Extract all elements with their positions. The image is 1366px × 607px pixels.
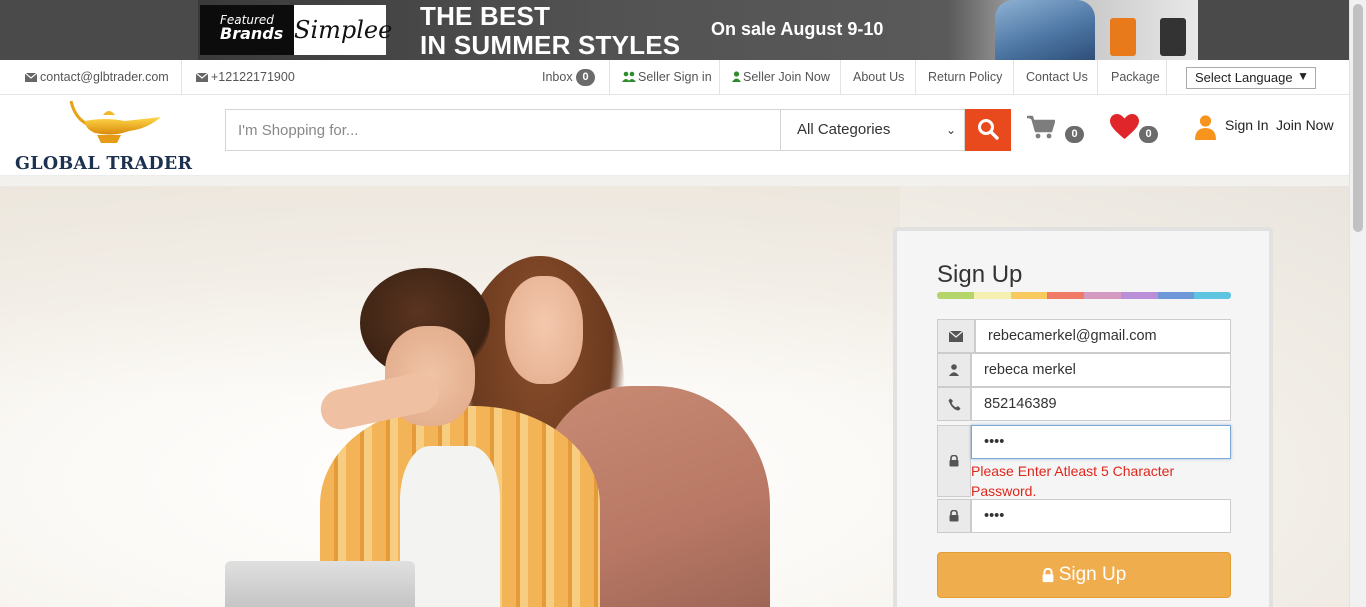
hero-woman-face — [505, 276, 583, 384]
chevron-down-icon: ⌄ — [945, 123, 956, 137]
inbox-link[interactable]: Inbox 0 — [530, 60, 610, 95]
seller-join-link[interactable]: Seller Join Now — [720, 60, 841, 95]
signup-button-label: Sign Up — [1058, 564, 1127, 585]
cart-count-badge: 0 — [1065, 126, 1084, 143]
account-icon-button[interactable] — [1195, 115, 1216, 145]
page-scrollbar[interactable] — [1349, 0, 1366, 607]
promo-product-image — [1110, 10, 1200, 60]
wishlist-count-badge: 0 — [1139, 126, 1158, 143]
promo-banner[interactable]: Featured Brands Simplee THE BEST IN SUMM… — [0, 0, 1349, 60]
signup-title: Sign Up — [937, 261, 1023, 288]
user-icon — [732, 71, 741, 82]
topbar-email[interactable]: contact@glbtrader.com — [0, 60, 182, 95]
email-field — [937, 319, 1231, 353]
brand-logo: Simplee — [294, 5, 392, 55]
phone-link[interactable]: +12122171900 — [211, 70, 295, 84]
headline-line-2: IN SUMMER STYLES — [420, 30, 681, 60]
user-icon — [937, 353, 971, 387]
rainbow-segment — [1194, 292, 1231, 299]
inbox-label: Inbox — [542, 70, 573, 84]
lock-icon — [937, 499, 971, 533]
rainbow-segment — [1010, 292, 1048, 299]
envelope-icon — [195, 72, 209, 82]
person-icon — [1195, 115, 1216, 140]
magic-lamp-icon — [69, 100, 161, 143]
joinnow-link[interactable]: Join Now — [1276, 117, 1334, 133]
promo-headline: THE BEST IN SUMMER STYLES — [420, 2, 680, 60]
name-field — [937, 353, 1231, 387]
product-cup-orange — [1110, 18, 1136, 56]
envelope-icon — [24, 72, 38, 82]
featured-brands-label: Featured Brands — [200, 5, 294, 55]
rainbow-segment — [1047, 292, 1084, 299]
top-bar: contact@glbtrader.com +12122171900 Inbox… — [0, 60, 1349, 95]
search-button[interactable] — [965, 109, 1011, 151]
confirm-password-input[interactable] — [971, 499, 1231, 533]
about-link[interactable]: About Us — [841, 60, 916, 95]
scrollbar-thumb[interactable] — [1353, 4, 1363, 232]
hero-laptop — [225, 561, 415, 607]
category-select-label: All Categories — [797, 121, 891, 138]
title-rainbow-divider — [937, 292, 1231, 299]
rainbow-segment — [1084, 292, 1121, 299]
logo-text: GLOBAL TRADER — [15, 154, 193, 174]
rainbow-segment — [1157, 292, 1195, 299]
phone-input[interactable] — [971, 387, 1231, 421]
seller-signin-label: Seller Sign in — [638, 70, 712, 84]
password-error-message: Please Enter Atleast 5 Character Passwor… — [971, 463, 1175, 499]
headline-line-1: THE BEST — [420, 1, 551, 31]
lock-icon — [937, 425, 971, 497]
rainbow-segment — [973, 292, 1011, 299]
confirm-password-field — [937, 499, 1231, 533]
inbox-count-badge: 0 — [576, 69, 596, 87]
lock-icon — [1042, 567, 1054, 582]
site-logo[interactable]: GLOBAL TRADER — [15, 95, 197, 175]
return-policy-link[interactable]: Return Policy — [916, 60, 1014, 95]
contact-link[interactable]: Contact Us — [1014, 60, 1098, 95]
envelope-icon — [937, 319, 975, 353]
email-input[interactable] — [975, 319, 1231, 353]
promo-sale-text: On sale August 9-10 — [711, 19, 884, 39]
heart-icon — [1110, 114, 1139, 139]
rainbow-segment — [1120, 292, 1158, 299]
search-input[interactable] — [225, 109, 781, 151]
cart-icon — [1027, 115, 1056, 139]
language-select[interactable]: Select Language ▼ — [1186, 67, 1316, 89]
signup-panel: Sign Up Please Enter Atleast 5 Character… — [893, 227, 1273, 607]
package-link[interactable]: Package — [1098, 60, 1167, 95]
search-icon — [978, 118, 999, 140]
cart-button[interactable] — [1027, 115, 1056, 144]
site-header: GLOBAL TRADER All Categories ⌄ 0 0 Sign … — [0, 95, 1349, 176]
password-input[interactable] — [971, 425, 1231, 459]
category-select[interactable]: All Categories ⌄ — [780, 109, 965, 151]
chevron-down-icon: ▼ — [1297, 69, 1309, 83]
signup-button[interactable]: Sign Up — [937, 552, 1231, 598]
phone-field — [937, 387, 1231, 421]
promo-model-image — [995, 0, 1095, 60]
seller-signin-link[interactable]: Seller Sign in — [610, 60, 720, 95]
users-icon — [622, 71, 636, 82]
email-link[interactable]: contact@glbtrader.com — [40, 70, 169, 84]
hero-man-tee — [400, 446, 500, 607]
name-input[interactable] — [971, 353, 1231, 387]
rainbow-segment — [937, 292, 974, 299]
language-select-label: Select Language — [1195, 70, 1293, 85]
wishlist-button[interactable] — [1110, 114, 1139, 145]
password-field: Please Enter Atleast 5 Character Passwor… — [937, 425, 1231, 499]
seller-join-label: Seller Join Now — [743, 70, 830, 84]
phone-icon — [937, 387, 971, 421]
product-cup-dark — [1160, 18, 1186, 56]
signin-link[interactable]: Sign In — [1225, 117, 1269, 133]
brands-label: Brands — [220, 24, 284, 43]
topbar-phone[interactable]: +12122171900 — [195, 60, 295, 95]
